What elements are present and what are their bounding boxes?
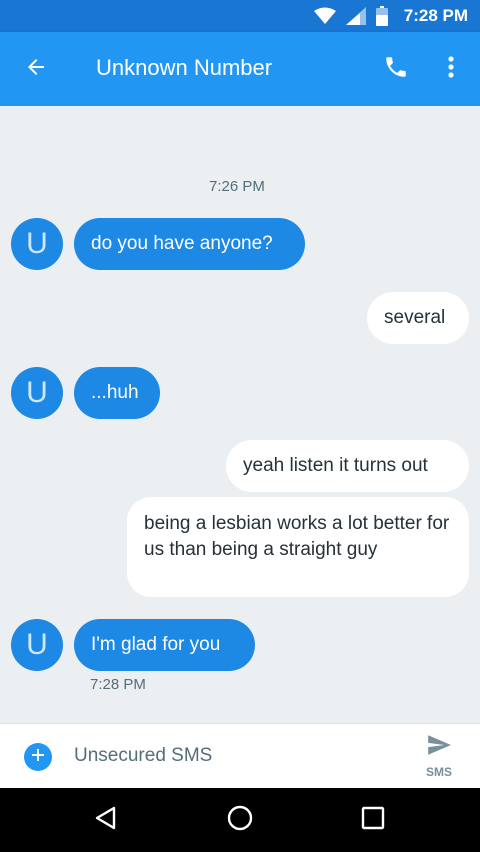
square-recents-icon [361, 806, 385, 835]
message-timestamp: 7:26 PM [209, 178, 265, 195]
send-button[interactable]: SMS [414, 732, 464, 784]
send-label: SMS [425, 765, 452, 779]
status-bar: 7:28 PM [0, 0, 480, 32]
overflow-menu-button[interactable] [436, 53, 466, 85]
attach-button[interactable] [24, 743, 52, 771]
wifi-icon [313, 7, 336, 25]
plus-icon [31, 748, 45, 767]
more-vert-icon [447, 55, 455, 84]
nav-back-button[interactable] [88, 802, 124, 838]
call-button[interactable] [380, 53, 412, 85]
message-bubble-incoming[interactable]: do you have anyone? [74, 218, 305, 270]
avatar[interactable]: U [11, 367, 63, 419]
avatar[interactable]: U [11, 619, 63, 671]
status-time: 7:28 PM [403, 6, 468, 25]
circle-home-icon [226, 804, 254, 837]
back-button[interactable] [20, 53, 52, 85]
app-bar: Unknown Number [0, 32, 480, 106]
phone-icon [383, 54, 409, 85]
message-bubble-incoming[interactable]: ...huh [74, 367, 160, 419]
message-bubble-outgoing[interactable]: several [367, 292, 469, 344]
message-list[interactable]: 7:26 PM U do you have anyone? several U … [0, 106, 480, 723]
message-bubble-outgoing[interactable]: being a lesbian works a lot better for u… [127, 497, 469, 597]
navigation-bar [0, 788, 480, 852]
message-input[interactable] [74, 738, 374, 774]
triangle-back-icon [93, 805, 119, 836]
message-bubble-incoming[interactable]: I'm glad for you [74, 619, 255, 671]
conversation-title: Unknown Number [96, 55, 273, 80]
message-timestamp: 7:28 PM [90, 676, 146, 693]
nav-recents-button[interactable] [355, 802, 391, 838]
compose-bar: SMS [0, 723, 480, 788]
message-bubble-outgoing[interactable]: yeah listen it turns out [226, 440, 469, 492]
avatar[interactable]: U [11, 218, 63, 270]
cell-signal-icon [345, 7, 366, 25]
nav-home-button[interactable] [222, 802, 258, 838]
arrow-left-icon [24, 55, 48, 84]
send-icon [424, 732, 454, 763]
battery-icon [375, 6, 388, 26]
